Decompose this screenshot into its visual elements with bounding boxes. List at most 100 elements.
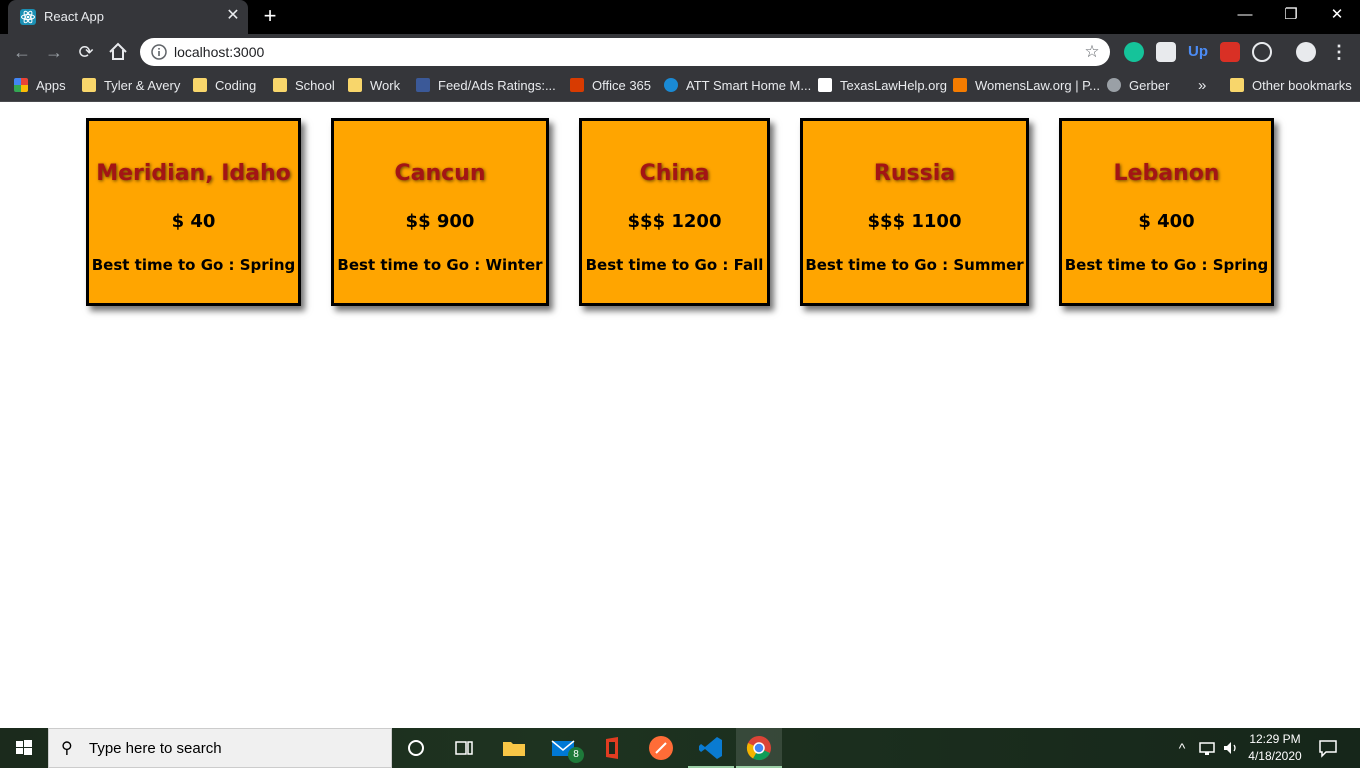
bookmark-womenslaw[interactable]: WomensLaw.org | P... bbox=[953, 76, 1100, 96]
facebook-icon bbox=[416, 78, 430, 92]
office-icon bbox=[570, 78, 584, 92]
restore-button[interactable]: ❐ bbox=[1268, 0, 1314, 30]
reload-icon[interactable]: ⟳ bbox=[73, 39, 99, 65]
destination-best-time: Best time to Go : Fall bbox=[585, 256, 764, 274]
tab-close-icon[interactable]: ✕ bbox=[224, 7, 242, 25]
bookmark-apps[interactable]: Apps bbox=[14, 76, 66, 96]
bookmark-gerber[interactable]: Gerber bbox=[1107, 76, 1169, 96]
destination-city: Meridian, Idaho bbox=[96, 161, 291, 186]
grammarly-extension-icon[interactable] bbox=[1124, 42, 1144, 62]
destination-city: Lebanon bbox=[1113, 161, 1220, 186]
bookmark-coding[interactable]: Coding bbox=[193, 76, 256, 96]
bookmark-work[interactable]: Work bbox=[348, 76, 400, 96]
windows-start-icon[interactable] bbox=[0, 728, 48, 768]
circle-extension-icon[interactable] bbox=[1252, 42, 1272, 62]
site-info-icon[interactable] bbox=[150, 43, 168, 61]
chrome-icon[interactable] bbox=[745, 734, 773, 762]
destination-best-time: Best time to Go : Spring bbox=[1064, 256, 1269, 274]
destination-city: Cancun bbox=[394, 161, 486, 186]
minimize-button[interactable]: — bbox=[1222, 0, 1268, 30]
bookmark-other[interactable]: Other bookmarks bbox=[1230, 76, 1352, 96]
destination-best-time: Best time to Go : Summer bbox=[805, 256, 1024, 274]
destination-price: $$$ 1100 bbox=[867, 211, 962, 232]
tab-title: React App bbox=[44, 9, 104, 24]
url-text[interactable]: localhost:3000 bbox=[174, 44, 264, 60]
destination-city: China bbox=[639, 161, 710, 186]
folder-icon bbox=[1230, 78, 1244, 92]
clock-time: 12:29 PM bbox=[1249, 732, 1301, 746]
bookmark-tyler-avery[interactable]: Tyler & Avery bbox=[82, 76, 180, 96]
bookmark-office-365[interactable]: Office 365 bbox=[570, 76, 651, 96]
bookmark-feed-ads[interactable]: Feed/Ads Ratings:... bbox=[416, 76, 556, 96]
back-arrow-icon[interactable]: ← bbox=[9, 39, 35, 65]
destination-best-time: Best time to Go : Spring bbox=[91, 256, 296, 274]
window-close-button[interactable]: ✕ bbox=[1314, 0, 1360, 30]
bookmark-label: Coding bbox=[215, 78, 257, 93]
network-icon[interactable] bbox=[1197, 738, 1217, 758]
search-icon: ⚲ bbox=[61, 740, 73, 757]
destination-price: $$ 900 bbox=[405, 211, 475, 232]
browser-toolbar: ← → ⟳ localhost:3000 ☆ Up ⋮ bbox=[0, 34, 1360, 70]
destination-price: $$$ 1200 bbox=[627, 211, 722, 232]
system-clock[interactable]: 12:29 PM 4/18/2020 bbox=[1240, 731, 1310, 765]
destination-card: China $$$ 1200 Best time to Go : Fall bbox=[579, 118, 770, 306]
chrome-menu-icon[interactable]: ⋮ bbox=[1330, 40, 1348, 64]
browser-tab[interactable]: React App ✕ bbox=[8, 0, 248, 34]
texaslawhelp-icon bbox=[818, 78, 832, 92]
bookmarks-bar: Apps Tyler & Avery Coding School Work Fe… bbox=[0, 70, 1360, 102]
bookmark-texaslawhelp[interactable]: TexasLawHelp.org bbox=[818, 76, 947, 96]
upwork-extension-icon[interactable]: Up bbox=[1188, 42, 1208, 62]
bookmark-label: Office 365 bbox=[592, 78, 652, 93]
new-tab-button[interactable]: + bbox=[258, 4, 282, 28]
bookmark-label: TexasLawHelp.org bbox=[840, 78, 947, 93]
bookmarks-overflow-button[interactable]: » bbox=[1198, 76, 1206, 96]
bookmark-star-icon[interactable]: ☆ bbox=[1082, 42, 1102, 62]
bookmark-school[interactable]: School bbox=[273, 76, 335, 96]
bookmark-att[interactable]: ATT Smart Home M... bbox=[664, 76, 811, 96]
bookmark-label: ATT Smart Home M... bbox=[686, 78, 812, 93]
folder-icon bbox=[82, 78, 96, 92]
taskbar-search-input[interactable]: ⚲ Type here to search bbox=[48, 728, 392, 768]
apps-grid-icon bbox=[14, 78, 28, 92]
folder-icon bbox=[193, 78, 207, 92]
clock-date: 4/18/2020 bbox=[1248, 749, 1302, 763]
forward-arrow-icon[interactable]: → bbox=[41, 39, 67, 65]
vscode-icon[interactable] bbox=[697, 734, 725, 762]
bookmark-label: School bbox=[295, 78, 335, 93]
bookmark-label: Apps bbox=[36, 78, 66, 93]
destination-card: Russia $$$ 1100 Best time to Go : Summer bbox=[800, 118, 1029, 306]
folder-icon bbox=[348, 78, 362, 92]
destination-price: $ 40 bbox=[171, 211, 216, 232]
home-icon bbox=[953, 78, 967, 92]
notification-center-icon[interactable] bbox=[1318, 738, 1338, 758]
search-placeholder: Type here to search bbox=[89, 740, 222, 757]
show-hidden-icons-icon[interactable]: ^ bbox=[1172, 738, 1192, 758]
bookmark-label: Other bookmarks bbox=[1252, 78, 1352, 93]
destination-best-time: Best time to Go : Winter bbox=[337, 256, 543, 274]
task-view-icon[interactable] bbox=[450, 734, 478, 762]
postman-icon[interactable] bbox=[647, 734, 675, 762]
bookmark-label: WomensLaw.org | P... bbox=[975, 78, 1101, 93]
red-extension-icon[interactable] bbox=[1220, 42, 1240, 62]
home-icon[interactable] bbox=[105, 39, 131, 65]
browser-tab-strip: React App ✕ + — ❐ ✕ bbox=[0, 0, 1360, 34]
destination-card: Lebanon $ 400 Best time to Go : Spring bbox=[1059, 118, 1274, 306]
folder-icon bbox=[273, 78, 287, 92]
bookmark-label: Gerber bbox=[1129, 78, 1170, 93]
office-app-icon[interactable] bbox=[598, 734, 626, 762]
destination-price: $ 400 bbox=[1138, 211, 1195, 232]
destination-card: Cancun $$ 900 Best time to Go : Winter bbox=[331, 118, 549, 306]
file-explorer-icon[interactable] bbox=[500, 734, 528, 762]
destination-city: Russia bbox=[873, 161, 956, 186]
volume-icon[interactable] bbox=[1221, 738, 1241, 758]
att-icon bbox=[664, 78, 678, 92]
bookmark-label: Feed/Ads Ratings:... bbox=[438, 78, 556, 93]
address-bar[interactable]: localhost:3000 ☆ bbox=[140, 38, 1110, 66]
windows-taskbar: ⚲ Type here to search 8 ^ 12:29 PM 4/18/… bbox=[0, 728, 1360, 768]
gerber-icon bbox=[1107, 78, 1121, 92]
react-logo-icon bbox=[20, 9, 36, 25]
cortana-icon[interactable] bbox=[402, 734, 430, 762]
page-content: Meridian, Idaho $ 40 Best time to Go : S… bbox=[0, 103, 1360, 728]
profile-avatar[interactable] bbox=[1296, 42, 1316, 62]
cloud-extension-icon[interactable] bbox=[1156, 42, 1176, 62]
